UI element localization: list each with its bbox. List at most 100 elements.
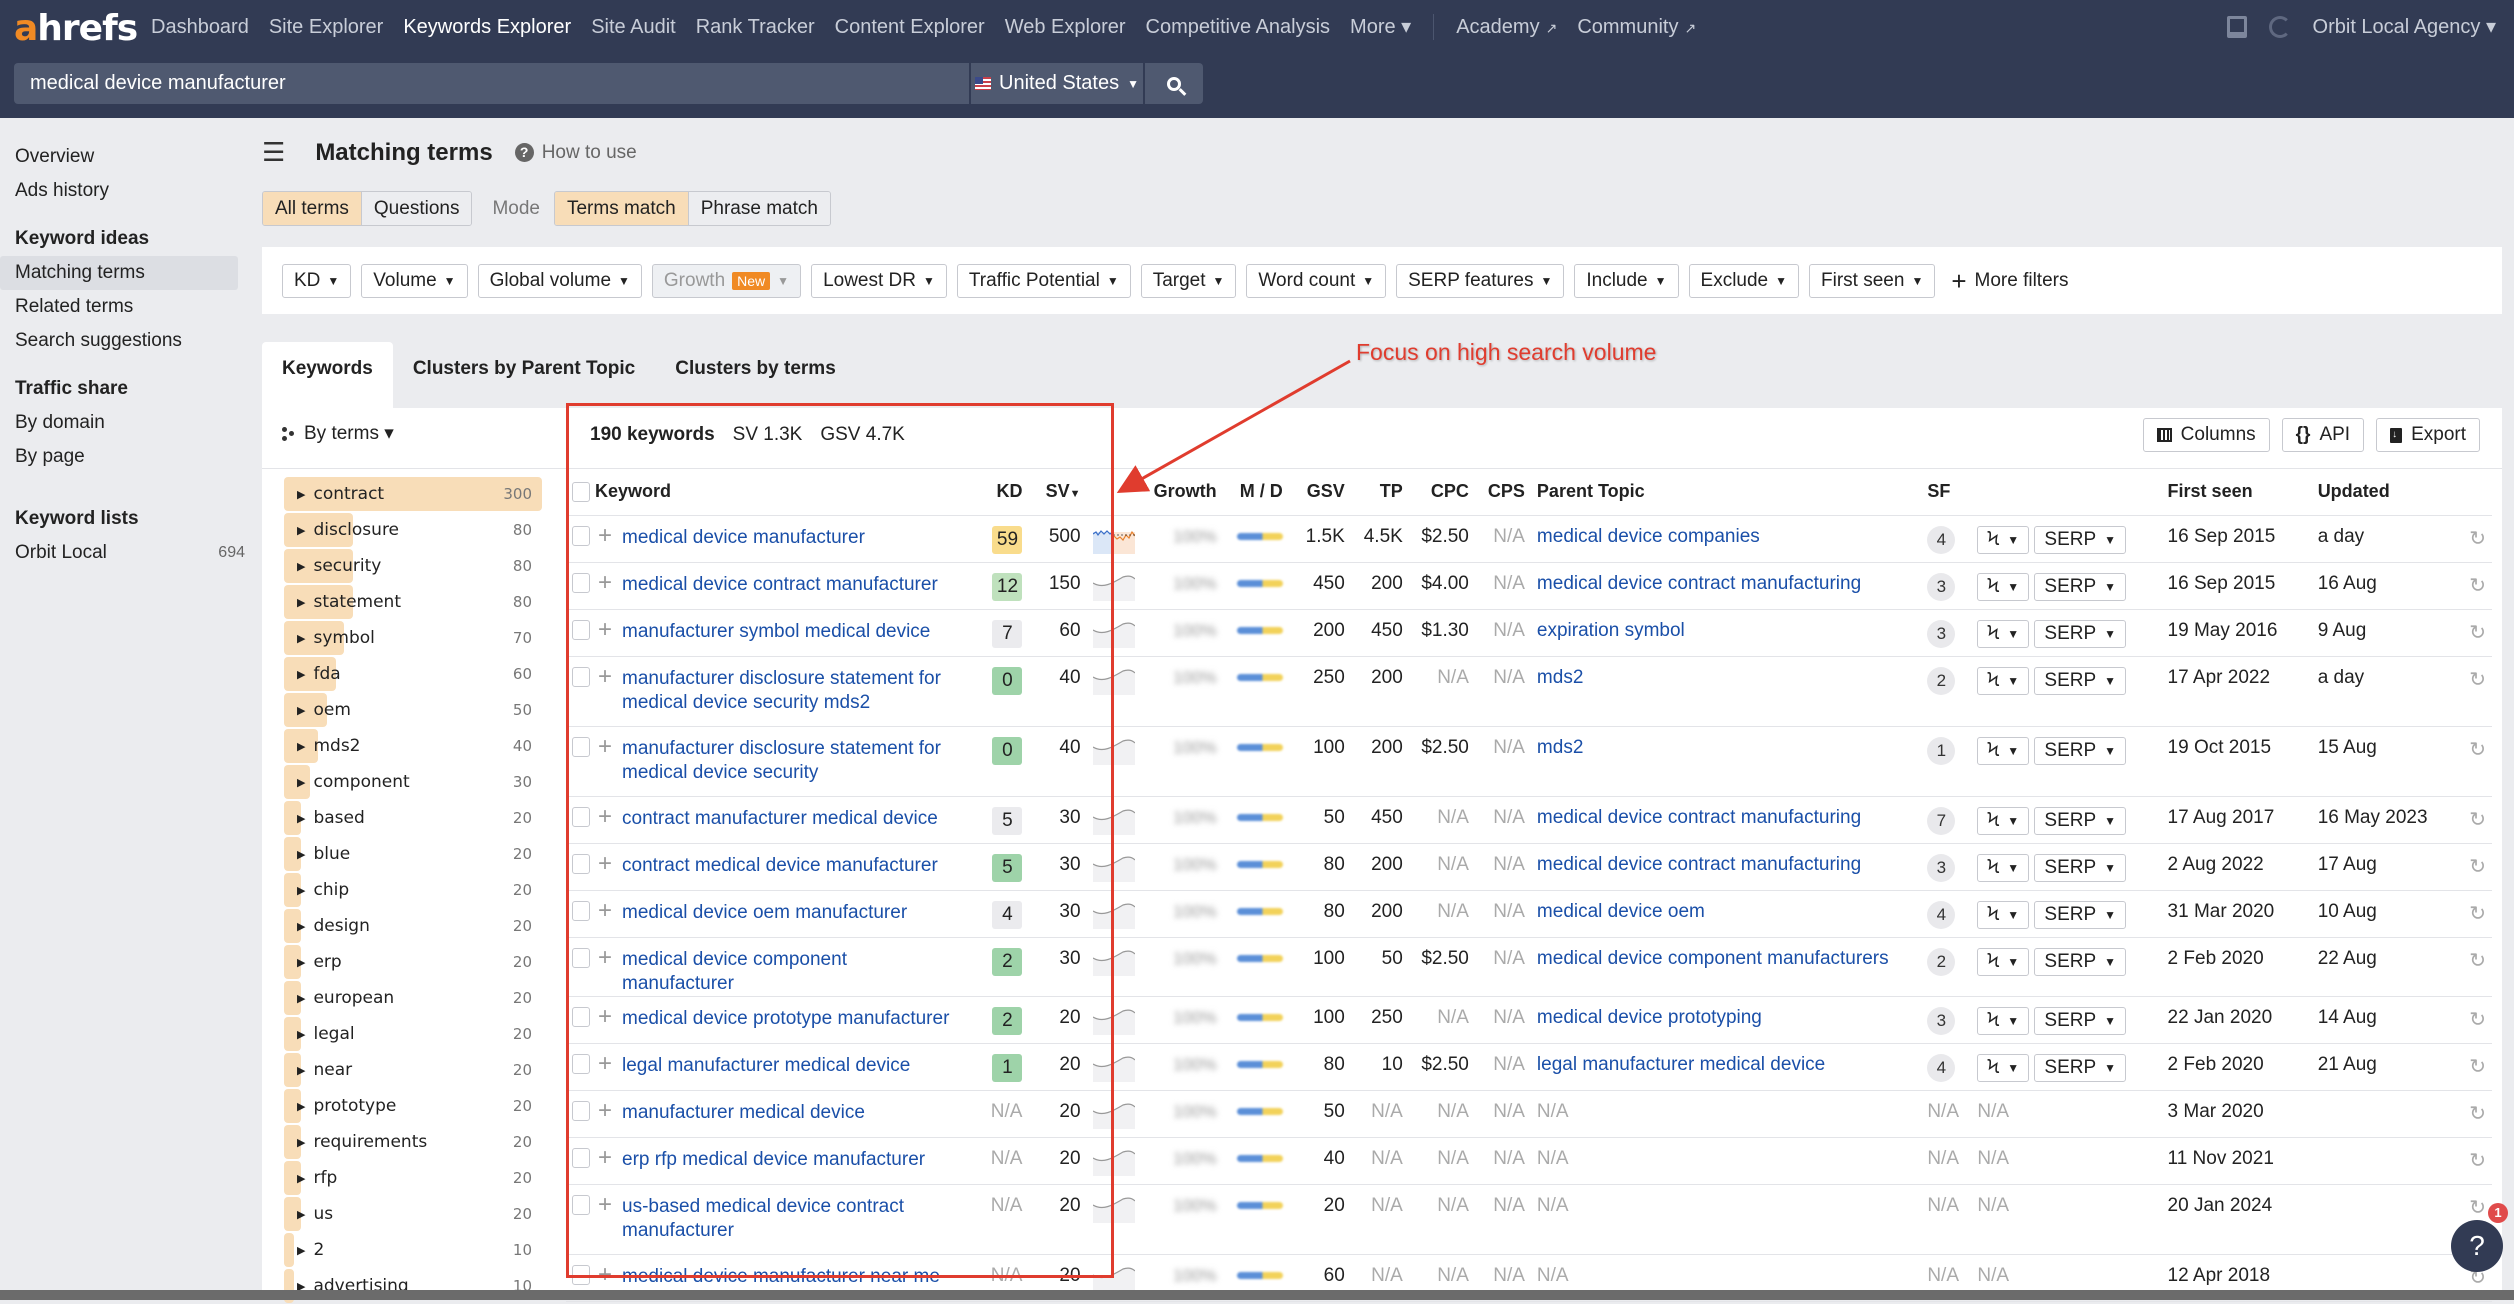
col-sf[interactable]: SF (1921, 469, 1972, 516)
row-checkbox[interactable] (572, 1147, 590, 1168)
serp-dropdown-button[interactable]: SERP ▼ (2034, 806, 2127, 835)
term-item[interactable]: ▶ european 20 (284, 980, 542, 1016)
trend-sparkline[interactable] (1092, 573, 1135, 601)
keyword-trend-button[interactable]: Ϟ ▼ (1977, 900, 2030, 929)
keyword-link[interactable]: medical device component manufacturer (622, 948, 952, 996)
term-item[interactable]: ▶ chip 20 (284, 872, 542, 908)
api-button[interactable]: {} API (2281, 418, 2365, 452)
term-item[interactable]: ▶ design 20 (284, 908, 542, 944)
trend-sparkline[interactable] (1092, 526, 1135, 554)
scope-questions[interactable]: Questions (361, 192, 472, 225)
term-item[interactable]: ▶ requirements 20 (284, 1124, 542, 1160)
term-item[interactable]: ▶ based 20 (284, 800, 542, 836)
mode-terms-match[interactable]: Terms match (554, 192, 689, 225)
col-tp[interactable]: TP (1350, 469, 1409, 516)
account-menu[interactable]: Orbit Local Agency ▾ (2313, 14, 2496, 39)
col-parent-topic[interactable]: Parent Topic (1530, 469, 1922, 516)
trend-sparkline[interactable] (1092, 737, 1135, 765)
add-to-list-icon[interactable]: + (598, 523, 612, 547)
row-checkbox[interactable] (572, 853, 590, 874)
serp-features-count[interactable]: 4 (1927, 900, 1956, 929)
tab-clusters-by-terms[interactable]: Clusters by terms (655, 342, 856, 408)
filter-lowest-dr[interactable]: Lowest DR ▼ (811, 263, 947, 298)
more-filters-button[interactable]: + More filters (1951, 268, 2068, 294)
trend-sparkline[interactable] (1092, 1265, 1135, 1293)
select-all-checkbox[interactable] (572, 482, 590, 503)
how-to-use-link[interactable]: How to use (542, 142, 637, 164)
expand-caret-icon[interactable]: ▶ (297, 812, 305, 825)
add-to-list-icon[interactable]: + (598, 1051, 612, 1075)
keyword-trend-button[interactable]: Ϟ ▼ (1977, 572, 2030, 601)
nav-item-competitive-analysis[interactable]: Competitive Analysis (1136, 14, 1341, 41)
trend-sparkline[interactable] (1092, 1007, 1135, 1035)
col-cps[interactable]: CPS (1474, 469, 1531, 516)
serp-features-count[interactable]: 1 (1927, 736, 1956, 765)
keyword-link[interactable]: medical device oem manufacturer (622, 901, 907, 925)
expand-caret-icon[interactable]: ▶ (297, 1028, 305, 1041)
nav-item-dashboard[interactable]: Dashboard (141, 14, 259, 41)
keyword-link[interactable]: legal manufacturer medical device (622, 1054, 910, 1078)
expand-caret-icon[interactable]: ▶ (297, 776, 305, 789)
trend-sparkline[interactable] (1092, 807, 1135, 835)
keyword-search-input[interactable] (14, 63, 969, 104)
refresh-icon[interactable]: ↻ (2469, 809, 2486, 831)
group-by-terms-dropdown[interactable]: By terms ▾ (282, 422, 394, 445)
serp-dropdown-button[interactable]: SERP ▼ (2034, 572, 2127, 601)
serp-features-count[interactable]: 4 (1927, 1053, 1956, 1082)
add-to-list-icon[interactable]: + (598, 1262, 612, 1286)
serp-dropdown-button[interactable]: SERP ▼ (2034, 1053, 2127, 1082)
tab-clusters-by-parent-topic[interactable]: Clusters by Parent Topic (393, 342, 655, 408)
expand-caret-icon[interactable]: ▶ (297, 1136, 305, 1149)
serp-features-count[interactable]: 2 (1927, 947, 1956, 976)
search-button[interactable] (1143, 63, 1203, 104)
nav-item-academy[interactable]: Academy ↗ (1446, 14, 1567, 41)
tab-keywords[interactable]: Keywords (262, 342, 393, 408)
nav-item-rank-tracker[interactable]: Rank Tracker (686, 14, 825, 41)
term-item[interactable]: ▶ legal 20 (284, 1016, 542, 1052)
trend-sparkline[interactable] (1092, 1195, 1135, 1223)
keyword-link[interactable]: medical device contract manufacturer (622, 573, 938, 597)
menu-icon[interactable]: ☰ (262, 137, 285, 168)
keyword-link[interactable]: medical device manufacturer near me (622, 1265, 940, 1289)
filter-volume[interactable]: Volume ▼ (361, 263, 468, 298)
refresh-icon[interactable]: ↻ (2469, 1056, 2486, 1078)
keyword-link[interactable]: manufacturer disclosure statement for me… (622, 667, 952, 715)
filter-exclude[interactable]: Exclude ▼ (1688, 263, 1800, 298)
parent-topic-link[interactable]: expiration symbol (1537, 620, 1685, 641)
col-updated[interactable]: Updated (2311, 469, 2452, 516)
keyword-link[interactable]: erp rfp medical device manufacturer (622, 1148, 925, 1172)
term-item[interactable]: ▶ blue 20 (284, 836, 542, 872)
keyword-trend-button[interactable]: Ϟ ▼ (1977, 666, 2030, 695)
keyword-link[interactable]: medical device prototype manufacturer (622, 1007, 949, 1031)
expand-caret-icon[interactable]: ▶ (297, 1172, 305, 1185)
trend-sparkline[interactable] (1092, 854, 1135, 882)
nav-item-site-audit[interactable]: Site Audit (581, 14, 686, 41)
parent-topic-link[interactable]: medical device contract manufacturing (1537, 854, 1861, 875)
serp-features-count[interactable]: 3 (1927, 1006, 1956, 1035)
parent-topic-link[interactable]: medical device component manufacturers (1537, 948, 1889, 969)
notifications-icon[interactable] (2226, 15, 2247, 38)
refresh-icon[interactable]: ↻ (2469, 739, 2486, 761)
term-item[interactable]: ▶ rfp 20 (284, 1160, 542, 1196)
expand-caret-icon[interactable]: ▶ (297, 668, 305, 681)
expand-caret-icon[interactable]: ▶ (297, 596, 305, 609)
refresh-icon[interactable]: ↻ (2469, 903, 2486, 925)
parent-topic-link[interactable]: mds2 (1537, 667, 1583, 688)
expand-caret-icon[interactable]: ▶ (297, 992, 305, 1005)
term-item[interactable]: ▶ symbol 70 (284, 620, 542, 656)
nav-item-content-explorer[interactable]: Content Explorer (825, 14, 995, 41)
country-select[interactable]: United States ▼ (969, 63, 1143, 104)
row-checkbox[interactable] (572, 1053, 590, 1074)
keyword-link[interactable]: manufacturer medical device (622, 1101, 865, 1125)
row-checkbox[interactable] (572, 619, 590, 640)
sidebar-item-ads-history[interactable]: Ads history (0, 174, 260, 208)
expand-caret-icon[interactable]: ▶ (297, 488, 305, 501)
serp-features-count[interactable]: 7 (1927, 806, 1956, 835)
refresh-icon[interactable]: ↻ (2469, 669, 2486, 691)
expand-caret-icon[interactable]: ▶ (297, 1244, 305, 1257)
trend-sparkline[interactable] (1092, 948, 1135, 976)
row-checkbox[interactable] (572, 525, 590, 546)
serp-features-count[interactable]: 3 (1927, 853, 1956, 882)
expand-caret-icon[interactable]: ▶ (297, 1100, 305, 1113)
expand-caret-icon[interactable]: ▶ (297, 920, 305, 933)
